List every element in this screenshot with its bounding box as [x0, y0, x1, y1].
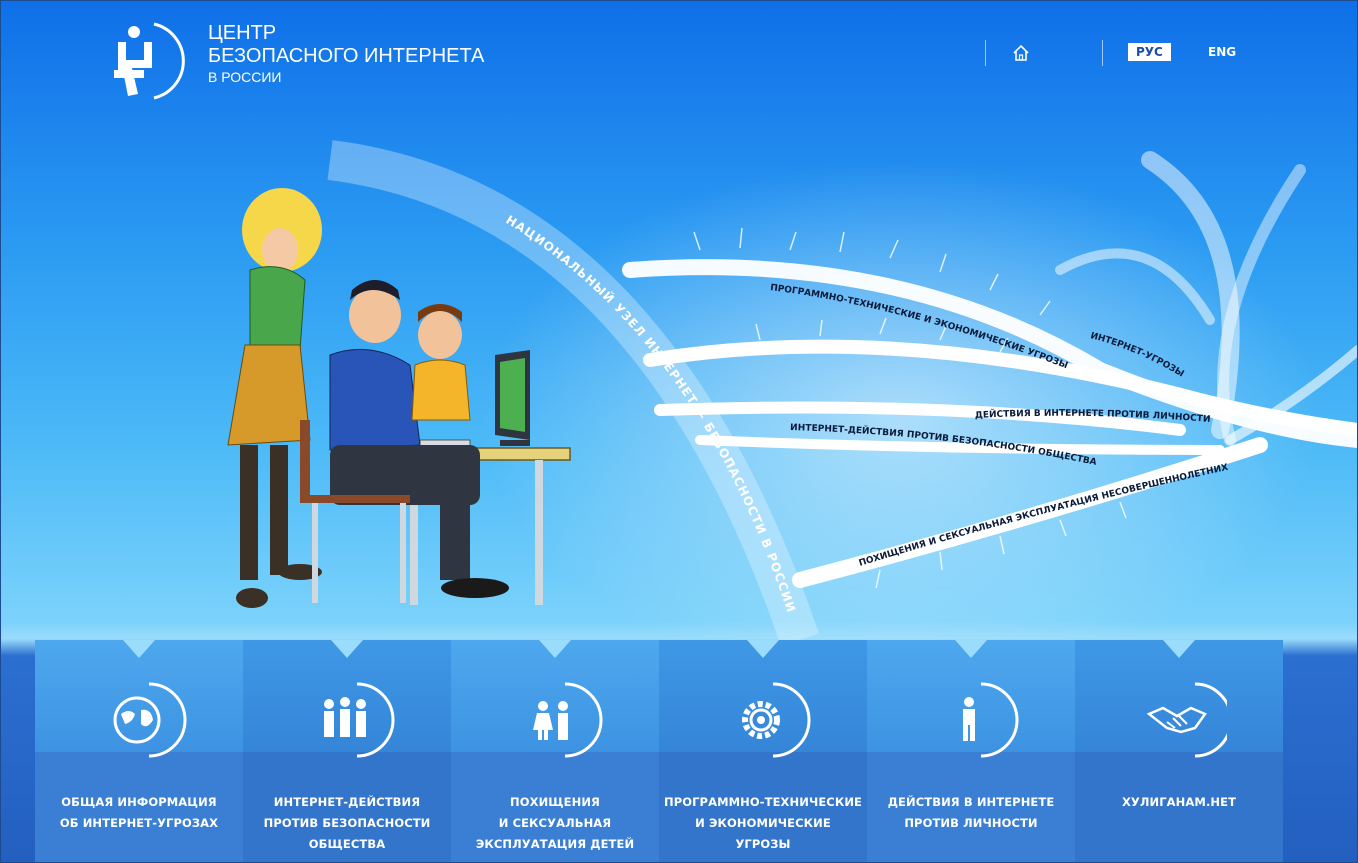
category-nav: ОБЩАЯ ИНФОРМАЦИЯ ОБ ИНТЕРНЕТ-УГРОЗАХ ИНТ… [35, 640, 1283, 863]
nav-item-notch [539, 640, 571, 658]
people-group-icon [324, 682, 395, 758]
gear-icon [742, 682, 811, 758]
header-divider [985, 40, 986, 66]
safe-internet-center-logo-icon[interactable] [108, 20, 186, 102]
brand-line-2: БЕЗОПАСНОГО ИНТЕРНЕТА [208, 45, 485, 67]
nav-label: ХУЛИГАНАМ.НЕТ [1121, 795, 1237, 809]
brand-line-1: ЦЕНТР [208, 22, 277, 44]
nav-item-tech-threats[interactable]: ПРОГРАММНО-ТЕХНИЧЕСКИЕ И ЭКОНОМИЧЕСКИЕ У… [659, 640, 867, 863]
globe-icon [113, 682, 187, 758]
nav-item-notch [747, 640, 779, 658]
nav-item-notch [331, 640, 363, 658]
lang-en-button[interactable]: ENG [1200, 43, 1244, 61]
nav-item-notch [1163, 640, 1195, 658]
nav-label: ОБЩАЯ ИНФОРМАЦИЯ ОБ ИНТЕРНЕТ-УГРОЗАХ [59, 795, 219, 830]
home-icon[interactable] [1012, 44, 1030, 62]
brand-line-3: В РОССИИ [208, 69, 282, 85]
lang-ru-button[interactable]: РУС [1128, 43, 1171, 61]
header-divider [1102, 40, 1103, 66]
nav-item-society[interactable]: ИНТЕРНЕТ-ДЕЙСТВИЯ ПРОТИВ БЕЗОПАСНОСТИ ОБ… [243, 640, 451, 863]
handshake-icon [1146, 682, 1227, 758]
person-icon [963, 682, 1019, 758]
hero-artwork: НАЦИОНАЛЬНЫЙ УЗЕЛ ИНТЕРНЕТ — БЕЗОПАСНОСТ… [227, 140, 1358, 640]
nav-label: ПРОГРАММНО-ТЕХНИЧЕСКИЕ И ЭКОНОМИЧЕСКИЕ У… [663, 795, 863, 851]
nav-label: ИНТЕРНЕТ-ДЕЙСТВИЯ ПРОТИВ БЕЗОПАСНОСТИ ОБ… [263, 795, 431, 851]
nav-item-children[interactable]: ПОХИЩЕНИЯ И СЕКСУАЛЬНАЯ ЭКСПЛУАТАЦИЯ ДЕТ… [451, 640, 659, 863]
brand-title[interactable]: ЦЕНТР БЕЗОПАСНОГО ИНТЕРНЕТА В РОССИИ [208, 22, 484, 86]
nav-item-notch [123, 640, 155, 658]
nav-label: ДЕЙСТВИЯ В ИНТЕРНЕТЕ ПРОТИВ ЛИЧНОСТИ [887, 795, 1055, 830]
children-icon [533, 682, 603, 758]
nav-item-general-info[interactable]: ОБЩАЯ ИНФОРМАЦИЯ ОБ ИНТЕРНЕТ-УГРОЗАХ [35, 640, 243, 863]
hero-illustration: НАЦИОНАЛЬНЫЙ УЗЕЛ ИНТЕРНЕТ — БЕЗОПАСНОСТ… [0, 100, 1358, 640]
page: ЦЕНТР БЕЗОПАСНОГО ИНТЕРНЕТА В РОССИИ РУС… [0, 0, 1358, 863]
nav-item-hooligans[interactable]: ХУЛИГАНАМ.НЕТ [1075, 640, 1283, 863]
nav-item-notch [955, 640, 987, 658]
nav-item-personal[interactable]: ДЕЙСТВИЯ В ИНТЕРНЕТЕ ПРОТИВ ЛИЧНОСТИ [867, 640, 1075, 863]
nav-label: ПОХИЩЕНИЯ И СЕКСУАЛЬНАЯ ЭКСПЛУАТАЦИЯ ДЕТ… [475, 795, 635, 851]
